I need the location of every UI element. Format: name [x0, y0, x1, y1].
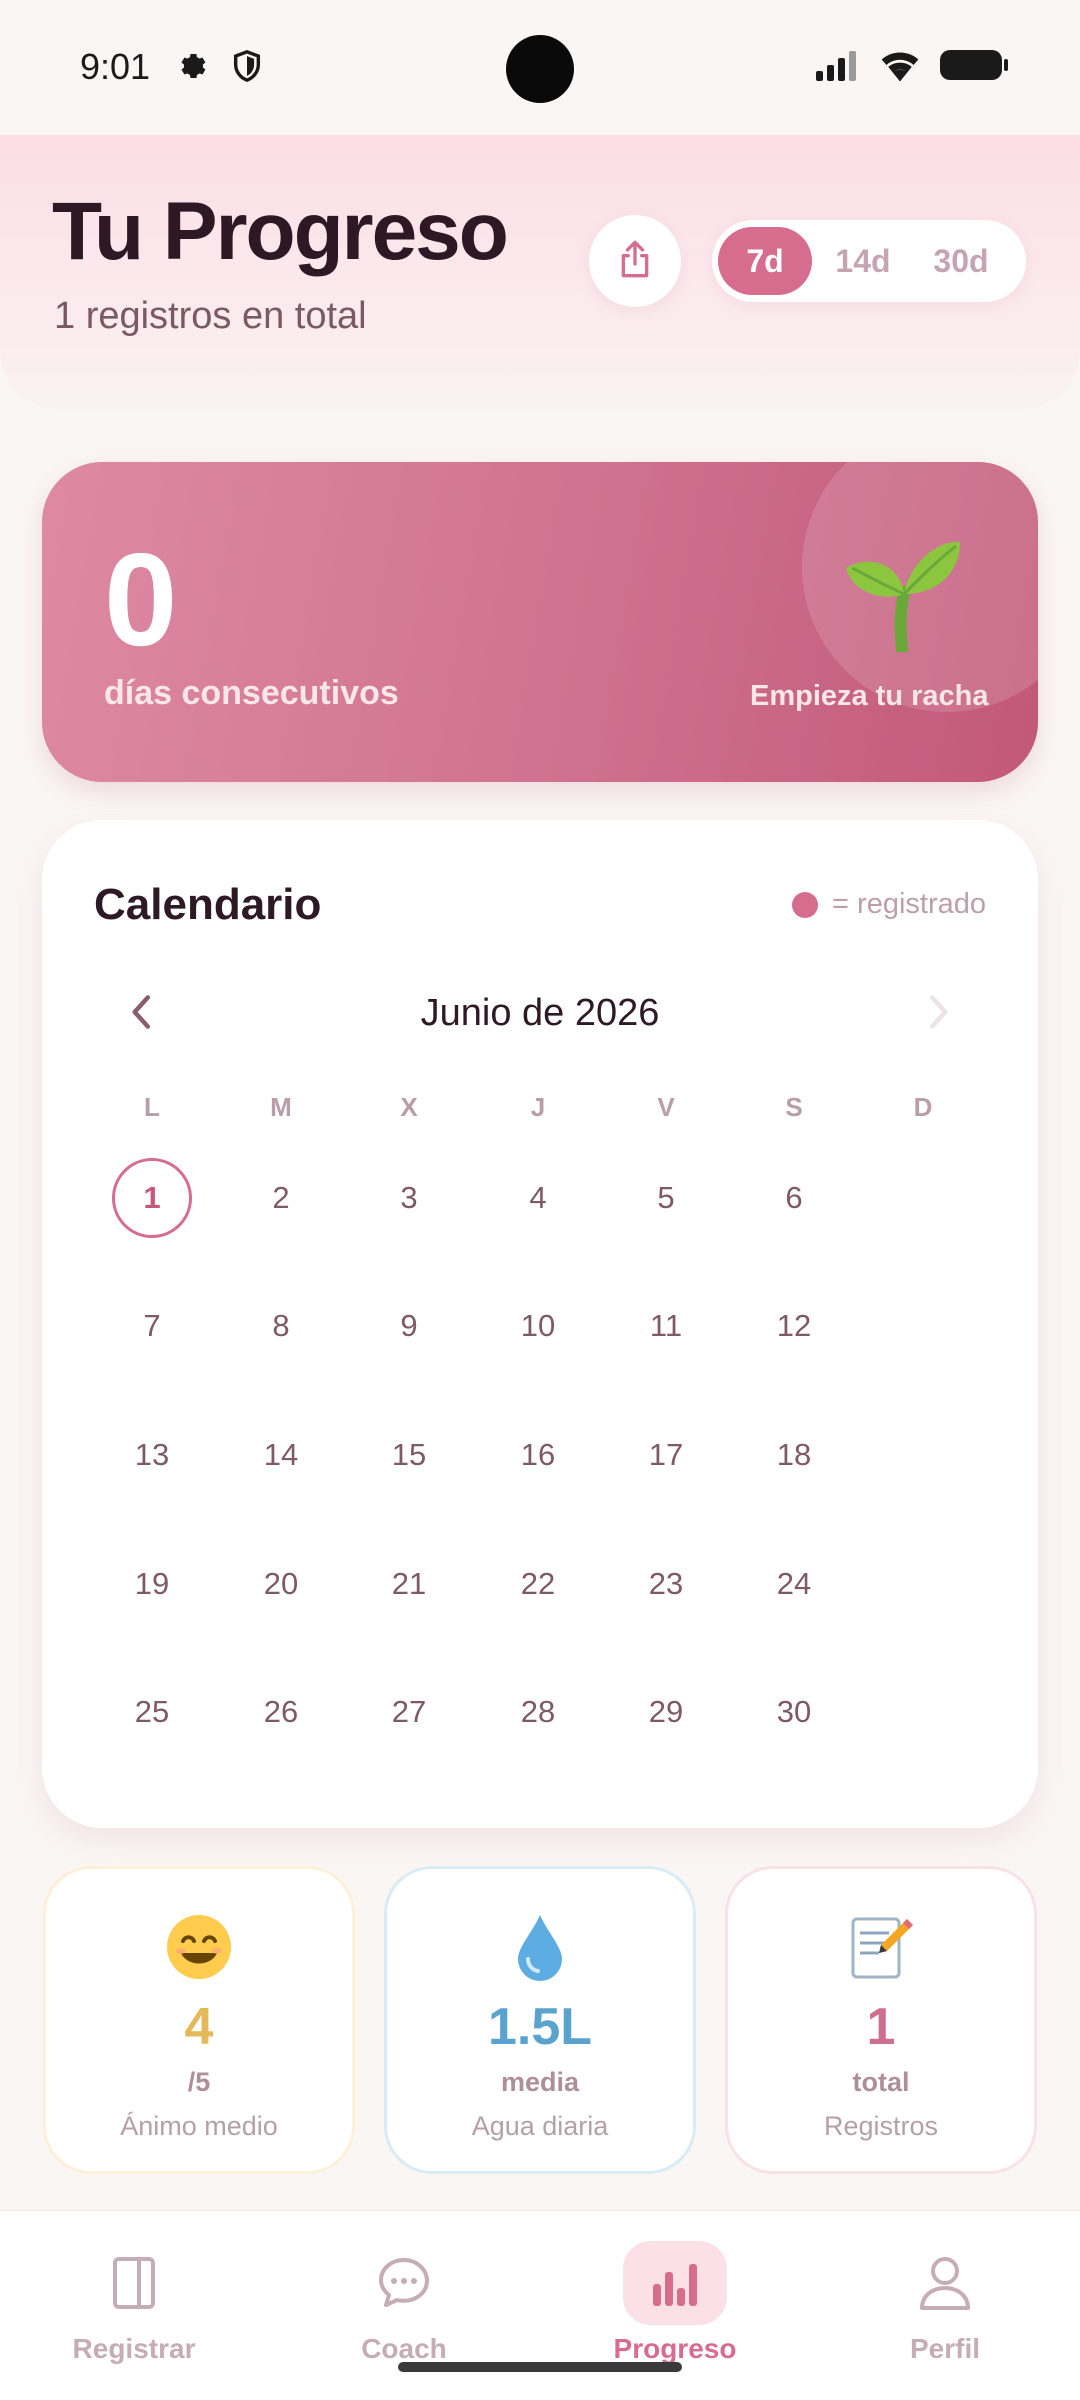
chat-bubble-icon — [352, 2241, 456, 2325]
nav-label: Coach — [361, 2333, 447, 2364]
page-title: Tu Progreso — [52, 186, 509, 277]
range-option-7d[interactable]: 7d — [718, 227, 812, 295]
calendar-day[interactable]: 9 — [369, 1286, 449, 1366]
calendar-day[interactable]: 23 — [626, 1544, 706, 1624]
mood-stat-card: 4 /5 Ánimo medio — [43, 1866, 355, 2174]
nav-item-coach[interactable]: Coach — [304, 2241, 504, 2365]
front-camera — [506, 35, 574, 103]
calendar-day[interactable]: 7 — [112, 1286, 192, 1366]
weekday-label: D — [913, 1092, 933, 1122]
sprout-icon — [842, 532, 962, 657]
calendar-day[interactable]: 4 — [498, 1158, 578, 1238]
calendar-day[interactable]: 6 — [754, 1158, 834, 1238]
battery-icon — [938, 48, 1010, 87]
calendar-day[interactable]: 16 — [498, 1415, 578, 1495]
stat-label: Ánimo medio — [120, 2111, 278, 2141]
calendar-title: Calendario — [94, 880, 322, 929]
weekday-label: L — [144, 1092, 160, 1122]
settings-gear-icon — [172, 48, 208, 89]
calendar-day[interactable]: 24 — [754, 1544, 834, 1624]
streak-label: días consecutivos — [104, 674, 399, 712]
legend-text: = registrado — [832, 888, 986, 920]
wifi-icon — [878, 48, 922, 87]
calendar-day[interactable]: 14 — [241, 1415, 321, 1495]
calendar-day[interactable]: 19 — [112, 1544, 192, 1624]
calendar-day[interactable]: 29 — [626, 1672, 706, 1752]
calendar-day[interactable]: 26 — [241, 1672, 321, 1752]
memo-icon — [728, 1911, 1034, 1983]
streak-card: 0 días consecutivos Empieza tu racha — [42, 462, 1038, 782]
journal-icon — [82, 2241, 186, 2325]
system-indicators — [814, 48, 1010, 87]
water-stat-card: 1.5L media Agua diaria — [384, 1866, 696, 2174]
calendar-day[interactable]: 12 — [754, 1286, 834, 1366]
calendar-day[interactable]: 18 — [754, 1415, 834, 1495]
chevron-right-icon — [923, 993, 953, 1036]
calendar-day[interactable]: 30 — [754, 1672, 834, 1752]
nav-label: Progreso — [613, 2333, 737, 2364]
legend-dot — [792, 891, 819, 918]
stat-label: Registros — [823, 2111, 939, 2141]
calendar-card: Calendario = registrado Junio de 2026 L M… — [42, 820, 1038, 1828]
calendar-legend: = registrado — [792, 888, 986, 921]
user-icon — [893, 2241, 997, 2325]
calendar-day[interactable]: 27 — [369, 1672, 449, 1752]
records-stat-card: 1 total Registros — [725, 1866, 1037, 2174]
progress-header: Tu Progreso 1 registros en total 7d 14d … — [0, 135, 1080, 410]
calendar-day[interactable]: 21 — [369, 1544, 449, 1624]
calendar-day[interactable]: 3 — [369, 1158, 449, 1238]
calendar-day[interactable]: 28 — [498, 1672, 578, 1752]
weekday-label: S — [785, 1092, 803, 1122]
nav-label: Registrar — [72, 2333, 196, 2364]
share-icon — [615, 237, 655, 286]
streak-cta: Empieza tu racha — [750, 680, 989, 712]
calendar-day[interactable]: 11 — [626, 1286, 706, 1366]
stat-unit: /5 — [187, 2067, 211, 2097]
home-indicator — [398, 2362, 682, 2372]
stat-value: 1 — [866, 1998, 896, 2056]
stat-label: Agua diaria — [471, 2111, 609, 2141]
range-toggle: 7d 14d 30d — [712, 220, 1026, 302]
weekday-label: V — [657, 1092, 675, 1122]
weekday-label: M — [270, 1092, 292, 1122]
weekday-label: X — [400, 1092, 418, 1122]
previous-month-button[interactable] — [120, 992, 164, 1036]
calendar-day[interactable]: 2 — [241, 1158, 321, 1238]
next-month-button[interactable] — [916, 992, 960, 1036]
calendar-day[interactable]: 10 — [498, 1286, 578, 1366]
stat-value: 4 — [184, 1998, 214, 2056]
nav-label: Perfil — [909, 2333, 981, 2364]
signal-icon — [814, 49, 862, 86]
range-option-30d[interactable]: 30d — [914, 227, 1008, 295]
share-button[interactable] — [589, 215, 681, 307]
calendar-day[interactable]: 5 — [626, 1158, 706, 1238]
nav-item-progreso[interactable]: Progreso — [575, 2241, 775, 2365]
stat-unit: total — [852, 2067, 910, 2097]
bar-chart-icon — [623, 2241, 727, 2325]
nav-item-perfil[interactable]: Perfil — [845, 2241, 1045, 2365]
smiling-face-icon — [46, 1911, 352, 1983]
chevron-left-icon — [127, 993, 157, 1036]
calendar-day[interactable]: 13 — [112, 1415, 192, 1495]
nav-item-registrar[interactable]: Registrar — [34, 2241, 234, 2365]
status-time: 9:01 — [80, 46, 151, 87]
stat-unit: media — [500, 2067, 580, 2097]
shield-icon — [230, 48, 264, 89]
status-bar: 9:01 — [0, 0, 1080, 135]
calendar-day[interactable]: 17 — [626, 1415, 706, 1495]
page-subtitle: 1 registros en total — [54, 295, 367, 337]
calendar-day[interactable]: 15 — [369, 1415, 449, 1495]
weekday-label: J — [530, 1092, 546, 1122]
calendar-day[interactable]: 20 — [241, 1544, 321, 1624]
water-drop-icon — [387, 1911, 693, 1983]
calendar-day[interactable]: 1 — [112, 1158, 192, 1238]
calendar-day[interactable]: 8 — [241, 1286, 321, 1366]
calendar-month: Junio de 2026 — [420, 992, 660, 1034]
calendar-day[interactable]: 25 — [112, 1672, 192, 1752]
calendar-day[interactable]: 22 — [498, 1544, 578, 1624]
range-option-14d[interactable]: 14d — [816, 227, 910, 295]
streak-count: 0 — [104, 526, 178, 673]
stat-value: 1.5L — [487, 1998, 593, 2056]
